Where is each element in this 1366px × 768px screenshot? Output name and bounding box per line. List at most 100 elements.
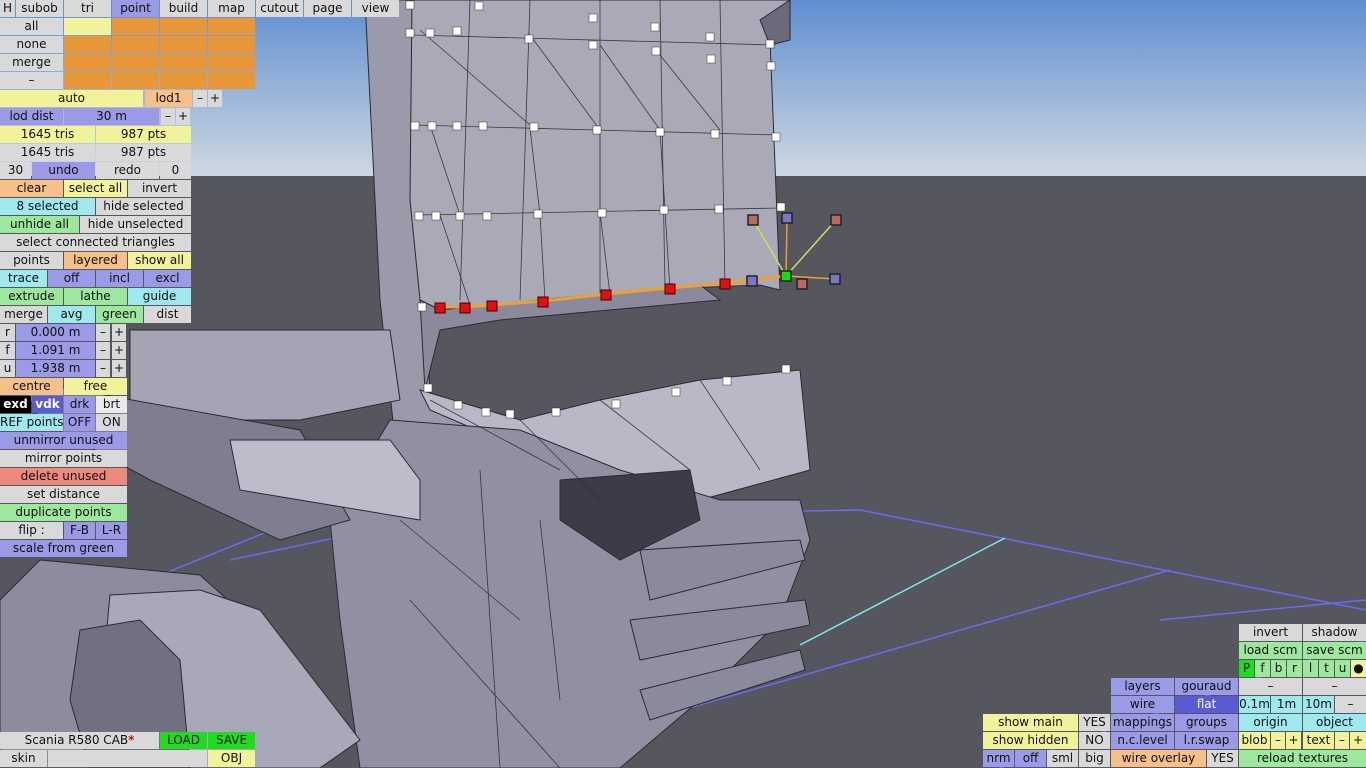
f-minus[interactable]: – [96, 342, 110, 359]
tab-map[interactable]: map [208, 0, 255, 17]
lathe-button[interactable]: lathe [64, 288, 127, 305]
hide-unselected-button[interactable]: hide unselected [80, 216, 191, 233]
trace-incl-button[interactable]: incl [96, 270, 143, 287]
r-plus[interactable]: + [112, 324, 126, 341]
vertex-point[interactable] [655, 127, 665, 137]
redo-button[interactable]: redo [96, 162, 159, 179]
wire-button[interactable]: wire [1111, 696, 1174, 713]
lod1-button[interactable]: lod1 [145, 90, 192, 107]
view-dot-button[interactable]: ● [1351, 660, 1366, 677]
palette-swatch[interactable] [112, 54, 159, 71]
skin-field[interactable] [48, 750, 207, 767]
show-hidden-toggle[interactable]: NO [1079, 732, 1110, 749]
tab-h[interactable]: H [0, 0, 15, 17]
palette-swatch[interactable] [208, 36, 255, 53]
tab-cutout[interactable]: cutout [256, 0, 303, 17]
extrude-button[interactable]: extrude [0, 288, 63, 305]
vertex-point[interactable] [452, 121, 462, 131]
vertex-point[interactable] [611, 399, 621, 409]
vertex-point[interactable] [427, 121, 437, 131]
text-minus-button[interactable]: – [1335, 732, 1349, 749]
view-f-button[interactable]: f [1255, 660, 1270, 677]
view-p-button[interactable]: P [1239, 660, 1254, 677]
load-button[interactable]: LOAD [160, 732, 207, 749]
vertex-point[interactable] [714, 204, 724, 214]
palette-swatch[interactable] [64, 36, 111, 53]
vertex-point[interactable] [423, 383, 433, 393]
tab-page[interactable]: page [304, 0, 351, 17]
view-u-button[interactable]: u [1335, 660, 1350, 677]
step-10m-button[interactable]: 10m [1303, 696, 1334, 713]
vertex-point[interactable] [533, 209, 543, 219]
merge-palette-button[interactable]: merge [0, 54, 63, 71]
ref-on-button[interactable]: ON [96, 414, 127, 431]
exd-button[interactable]: exd [0, 396, 31, 413]
vertex-point[interactable] [671, 387, 681, 397]
invert-button[interactable]: invert [1239, 624, 1302, 641]
show-hidden-label[interactable]: show hidden [983, 732, 1078, 749]
step-01m-button[interactable]: 0.1m [1239, 696, 1270, 713]
r-minus[interactable]: – [96, 324, 110, 341]
palette-swatch[interactable] [208, 18, 255, 35]
undo-button[interactable]: undo [32, 162, 95, 179]
unmirror-unused-button[interactable]: unmirror unused [0, 432, 127, 449]
palette-swatch[interactable] [112, 36, 159, 53]
lod-dist-value[interactable]: 30 m [64, 108, 159, 125]
off-button[interactable]: off [1015, 750, 1046, 767]
palette-swatch[interactable] [112, 18, 159, 35]
trace-off-button[interactable]: off [48, 270, 95, 287]
duplicate-points-button[interactable]: duplicate points [0, 504, 127, 521]
selected-vertex-point[interactable] [537, 296, 549, 308]
f-plus[interactable]: + [112, 342, 126, 359]
vertex-point[interactable] [431, 211, 441, 221]
vertex-point[interactable] [425, 28, 435, 38]
vertex-point[interactable] [478, 121, 488, 131]
select-connected-button[interactable]: select connected triangles [0, 234, 191, 251]
palette-swatch[interactable] [208, 72, 255, 89]
vertex-point[interactable] [781, 364, 791, 374]
vertex-point[interactable] [765, 39, 775, 49]
palette-swatch[interactable] [64, 72, 111, 89]
vertex-point[interactable] [452, 26, 462, 36]
brt-button[interactable]: brt [96, 396, 127, 413]
vertex-point[interactable] [482, 211, 492, 221]
selected-vertex-point[interactable] [664, 283, 676, 295]
text-plus-button[interactable]: + [1350, 732, 1366, 749]
vertex-point[interactable] [455, 211, 465, 221]
blob-minus-button[interactable]: – [1271, 732, 1285, 749]
palette-swatch[interactable] [112, 72, 159, 89]
view-t-button[interactable]: t [1319, 660, 1334, 677]
r-value[interactable]: 0.000 m [16, 324, 95, 341]
show-main-label[interactable]: show main [983, 714, 1078, 731]
palette-swatch[interactable] [160, 18, 207, 35]
lr-swap-button[interactable]: l.r.swap [1175, 732, 1238, 749]
free-button[interactable]: free [64, 378, 127, 395]
wire-overlay-toggle[interactable]: YES [1207, 750, 1238, 767]
tab-point[interactable]: point [112, 0, 159, 17]
wire-overlay-label[interactable]: wire overlay [1111, 750, 1206, 767]
vertex-point[interactable] [405, 0, 415, 10]
reload-textures-button[interactable]: reload textures [1239, 750, 1366, 767]
unhide-all-button[interactable]: unhide all [0, 216, 79, 233]
model-name[interactable]: Scania R580 CAB* [0, 732, 159, 749]
palette-swatch[interactable] [208, 54, 255, 71]
vertex-point[interactable] [405, 28, 415, 38]
delete-unused-button[interactable]: delete unused [0, 468, 127, 485]
text-button[interactable]: text [1303, 732, 1334, 749]
dash-palette-button[interactable]: – [0, 72, 63, 89]
save-button[interactable]: SAVE [208, 732, 255, 749]
blob-button[interactable]: blob [1239, 732, 1270, 749]
f-value[interactable]: 1.091 m [16, 342, 95, 359]
vertex-point[interactable] [597, 208, 607, 218]
tab-subob[interactable]: subob [16, 0, 63, 17]
lod-minus-button[interactable]: – [193, 90, 207, 107]
step-minus-button[interactable]: – [1335, 696, 1366, 713]
lod-dist-plus[interactable]: + [176, 108, 190, 125]
vertex-point[interactable] [524, 34, 534, 44]
skin-button[interactable]: skin [0, 750, 47, 767]
selected-vertex-point[interactable] [719, 278, 731, 290]
vertex-point[interactable] [771, 132, 781, 142]
origin-button[interactable]: origin [1239, 714, 1302, 731]
vertex-point[interactable] [776, 202, 786, 212]
drk-button[interactable]: drk [64, 396, 95, 413]
